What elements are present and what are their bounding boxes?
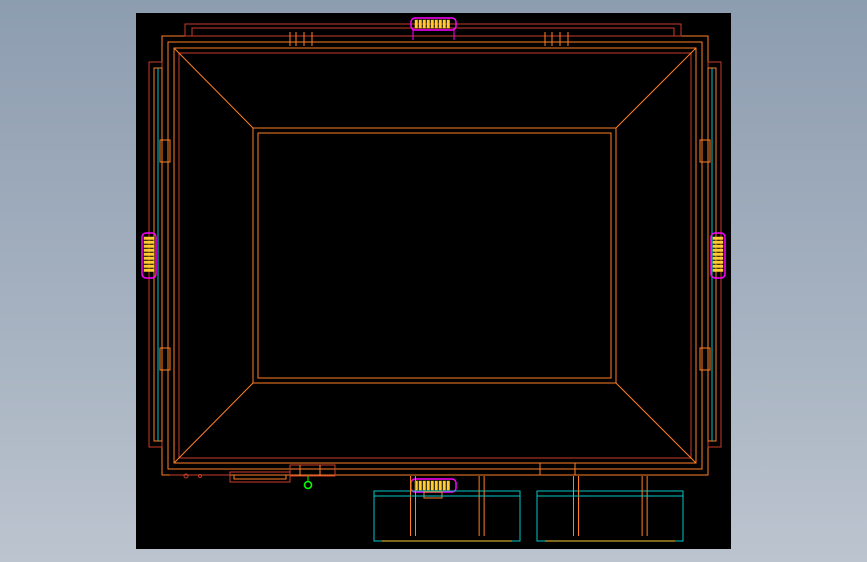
handle-bottom-rib-7 xyxy=(442,480,446,491)
handle-left-rib-7 xyxy=(143,264,155,268)
handle-bottom-rib-8 xyxy=(446,480,450,491)
diagonal-top-left xyxy=(173,47,254,129)
handle-top-rib-8 xyxy=(446,19,450,29)
cad-drawing xyxy=(141,17,726,542)
outer-frame xyxy=(161,35,709,476)
frame-inner-2 xyxy=(173,47,697,464)
handle-left-rib-0 xyxy=(143,236,155,240)
handle-left-rib-6 xyxy=(143,260,155,264)
handle-top-rib-4 xyxy=(430,19,434,29)
handle-bottom-rib-1 xyxy=(418,480,422,491)
handle-left-rib-4 xyxy=(143,252,155,256)
handle-bottom-rib-2 xyxy=(422,480,426,491)
handle-top-rib-1 xyxy=(418,19,422,29)
handle-left-rib-8 xyxy=(143,268,155,272)
handle-left-rib-3 xyxy=(143,248,155,252)
fitting-circle-2 xyxy=(198,474,202,478)
handle-top-rib-6 xyxy=(438,19,442,29)
handle-right-rib-0 xyxy=(712,236,724,240)
handle-bottom-rib-6 xyxy=(438,480,442,491)
handle-right-rib-4 xyxy=(712,252,724,256)
handle-top-rib-5 xyxy=(434,19,438,29)
bottom-left-bracket-inner xyxy=(233,474,287,480)
frame-inner-1 xyxy=(167,41,703,470)
handle-top-rib-0 xyxy=(414,19,418,29)
handle-right-rib-6 xyxy=(712,260,724,264)
handle-bottom-rib-3 xyxy=(426,480,430,491)
diagonal-bottom-right xyxy=(615,382,697,464)
frame-inner-3 xyxy=(178,52,692,459)
diagonal-bottom-left xyxy=(173,382,254,464)
bottom-left-bracket xyxy=(229,471,291,483)
bottom-mid-bracket xyxy=(289,464,336,477)
left-foot xyxy=(373,490,521,542)
right-foot xyxy=(536,490,684,542)
handle-right-rib-8 xyxy=(712,268,724,272)
origin-marker-icon xyxy=(303,480,313,490)
handle-top-rib-7 xyxy=(442,19,446,29)
handle-bottom-bracket xyxy=(423,491,443,499)
drawing-lines xyxy=(141,17,726,542)
inner-panel-inner xyxy=(257,132,612,379)
handle-right-rib-1 xyxy=(712,240,724,244)
handle-left-rib-1 xyxy=(143,240,155,244)
handle-left-rib-2 xyxy=(143,244,155,248)
handle-top-rib-2 xyxy=(422,19,426,29)
handle-bottom-rib-4 xyxy=(430,480,434,491)
cad-viewport[interactable] xyxy=(136,13,731,549)
handle-bottom-rib-5 xyxy=(434,480,438,491)
handle-right-rib-5 xyxy=(712,256,724,260)
diagonal-top-right xyxy=(615,47,697,129)
inner-panel-outer xyxy=(252,127,617,384)
handle-top-rib-3 xyxy=(426,19,430,29)
handle-left-rib-5 xyxy=(143,256,155,260)
handle-right-rib-3 xyxy=(712,248,724,252)
handle-right-rib-2 xyxy=(712,244,724,248)
handle-right-rib-7 xyxy=(712,264,724,268)
top-rim-inner xyxy=(191,27,675,37)
